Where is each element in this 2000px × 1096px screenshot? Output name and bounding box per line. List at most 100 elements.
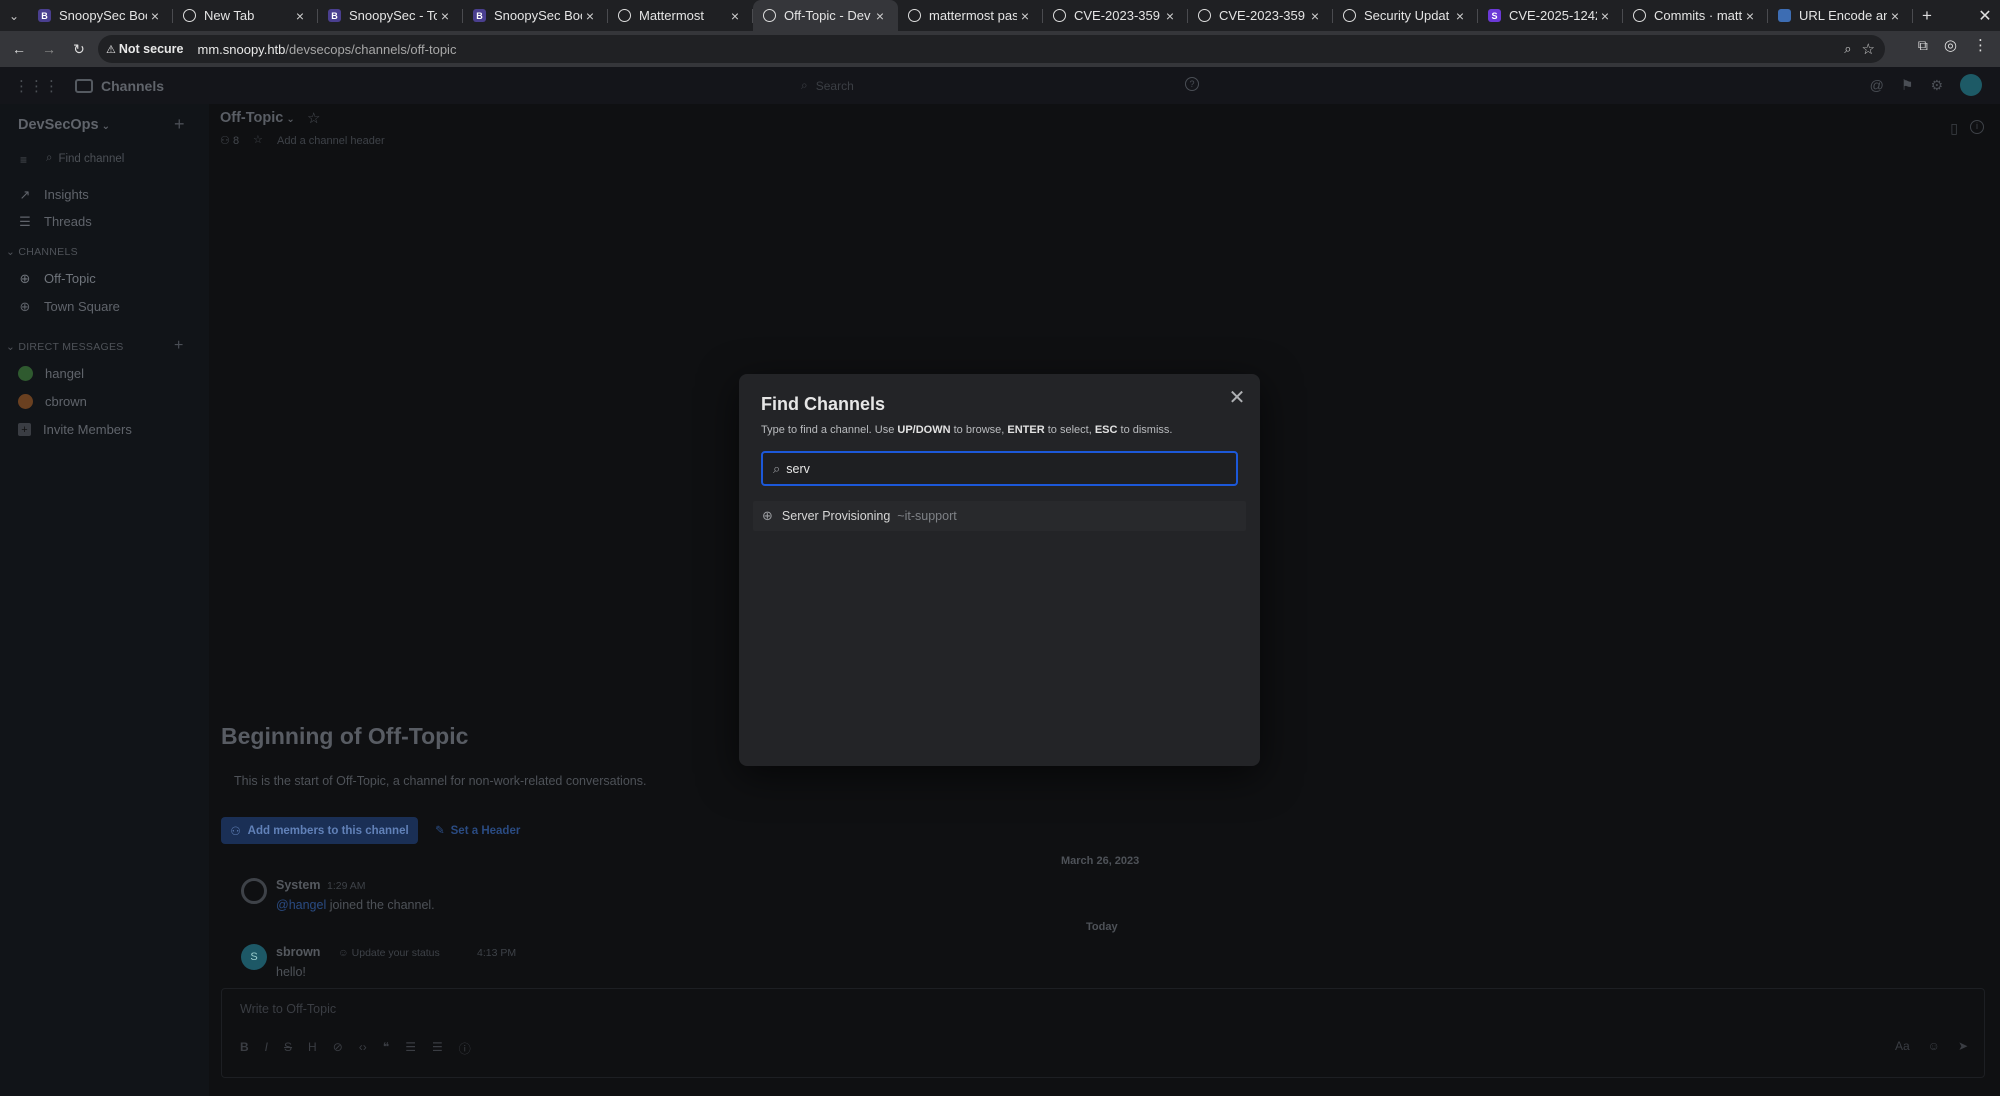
post-time[interactable]: 4:13 PM [477,947,516,959]
browser-tab[interactable]: B SnoopySec Boo × [28,0,173,31]
address-bar[interactable]: ⚠ Not secure mm.snoopy.htb/devsecops/cha… [98,35,1885,63]
add-channel-header[interactable]: Add a channel header [277,135,385,147]
bold-icon[interactable]: B [240,1040,249,1057]
add-dm-icon[interactable]: + [174,337,183,355]
browser-menu-icon[interactable]: ⋮ [1973,36,1988,54]
composer-input[interactable]: Write to Off-Topic [240,1002,336,1016]
message-composer[interactable]: Write to Off-Topic B I S H ⊘ ‹› ❝ ☰ ☰ ⓘ … [221,988,1985,1078]
set-header-button[interactable]: ✎ Set a Header [435,823,520,837]
close-tab-icon[interactable]: × [1597,8,1613,24]
browser-tab[interactable]: URL Encode an × [1768,0,1913,31]
saved-messages-icon[interactable]: ⚑ [1901,77,1914,94]
sidebar-item-threads[interactable]: ☰ Threads [18,214,92,230]
numbered-list-icon[interactable]: ☰ [432,1040,443,1057]
close-tab-icon[interactable]: × [1742,8,1758,24]
browser-tab[interactable]: B SnoopySec - To × [318,0,463,31]
close-tab-icon[interactable]: × [1887,8,1903,24]
close-tab-icon[interactable]: × [292,8,308,24]
avatar[interactable]: S [241,944,267,970]
channel-title[interactable]: Off-Topic ⌄ [220,110,295,126]
heading-icon[interactable]: H [308,1040,317,1057]
browser-tab[interactable]: Off-Topic - Dev × [753,0,898,31]
format-toggle[interactable]: Aa [1895,1039,1910,1053]
dm-section-header[interactable]: ⌄ DIRECT MESSAGES [6,341,124,353]
pinned-icon[interactable]: ☆ [253,133,263,146]
close-tab-icon[interactable]: × [147,8,163,24]
product-menu-icon[interactable]: ⋮⋮⋮ [14,77,59,95]
bookmark-star-icon[interactable]: ☆ [1862,40,1875,58]
browser-tab[interactable]: mattermost pas × [898,0,1043,31]
close-tab-icon[interactable]: × [437,8,453,24]
post-author[interactable]: System [276,878,320,892]
close-icon[interactable]: ✕ [1226,386,1248,409]
sidebar-item-off-topic[interactable]: ⊕ Off-Topic [18,271,96,287]
code-icon[interactable]: ‹› [359,1040,367,1057]
search-result-item[interactable]: ⊕ Server Provisioning ~it-support [753,501,1246,531]
strike-icon[interactable]: S [284,1040,292,1057]
chart-icon: ↗ [19,186,31,202]
emoji-icon[interactable]: ☺ [1928,1039,1940,1053]
tab-title: CVE-2025-1242 [1509,8,1597,23]
profile-icon[interactable]: ◎ [1944,36,1957,54]
channel-info-icon[interactable]: i [1970,120,1984,134]
browser-tab[interactable]: Mattermost × [608,0,753,31]
reload-button[interactable]: ↻ [66,36,92,62]
close-tab-icon[interactable]: × [1452,8,1468,24]
dm-item-cbrown[interactable]: cbrown [18,394,87,409]
channel-search-input[interactable] [786,461,1207,476]
invite-members-button[interactable]: + Invite Members [18,422,132,437]
browser-tab[interactable]: New Tab × [173,0,318,31]
settings-gear-icon[interactable]: ⚙ [1930,77,1943,94]
sidebar-item-insights[interactable]: ↗ Insights [18,186,89,203]
help-icon[interactable]: ? [1185,77,1199,91]
channel-files-icon[interactable]: ▯ [1950,120,1958,137]
add-members-button[interactable]: ⚇ Add members to this channel [221,817,418,844]
italic-icon[interactable]: I [265,1040,268,1057]
browser-tab[interactable]: Security Updat × [1333,0,1478,31]
filter-icon[interactable]: ≡ [20,153,27,167]
app-title[interactable]: Channels [101,78,164,94]
mentions-icon[interactable]: @ [1870,77,1884,93]
new-tab-button[interactable]: + [1913,6,1941,26]
bullet-list-icon[interactable]: ☰ [405,1040,416,1057]
global-search[interactable]: ⌕ Search [801,72,1177,99]
link-icon[interactable]: ⊘ [333,1040,343,1057]
channels-section-header[interactable]: ⌄ CHANNELS [6,246,78,258]
close-tab-icon[interactable]: × [727,8,743,24]
browser-tab[interactable]: B SnoopySec Boo × [463,0,608,31]
close-tab-icon[interactable]: × [1017,8,1033,24]
close-tab-icon[interactable]: × [582,8,598,24]
extensions-icon[interactable]: ⧉ [1918,37,1928,54]
quote-icon[interactable]: ❝ [383,1040,389,1057]
post-author[interactable]: sbrown [276,945,320,959]
back-button[interactable]: ← [6,36,32,62]
find-channel-button[interactable]: ⌕ Find channel [46,152,124,165]
info-icon[interactable]: ⓘ [459,1040,471,1057]
zoom-icon[interactable]: ⌕ [1844,41,1851,57]
close-tab-icon[interactable]: × [1162,8,1178,24]
channels-app-icon [75,78,93,93]
security-indicator[interactable]: ⚠ Not secure [106,42,183,56]
tab-search-button[interactable]: ⌄ [0,0,28,31]
forward-button[interactable]: → [36,36,62,62]
update-status-link[interactable]: ☺ Update your status [338,947,440,959]
post-time[interactable]: 1:29 AM [327,880,366,892]
close-tab-icon[interactable]: × [1307,8,1323,24]
avatar [18,366,33,381]
browser-tab[interactable]: CVE-2023-359 × [1043,0,1188,31]
channel-search-field[interactable]: ⌕ [761,451,1238,486]
dm-item-hangel[interactable]: hangel [18,366,84,381]
user-avatar[interactable] [1960,74,1982,96]
team-name[interactable]: DevSecOps ⌄ [18,117,110,133]
sidebar-item-town-square[interactable]: ⊕ Town Square [18,299,120,315]
add-channel-icon[interactable]: + [174,114,185,135]
browser-tab[interactable]: S CVE-2025-1242 × [1478,0,1623,31]
browser-tab[interactable]: CVE-2023-359 × [1188,0,1333,31]
send-icon[interactable]: ➤ [1958,1039,1968,1053]
browser-tab[interactable]: Commits · matt × [1623,0,1768,31]
mention-link[interactable]: @hangel [276,898,326,912]
close-tab-icon[interactable]: × [872,8,888,24]
favorite-star-icon[interactable]: ☆ [307,109,320,127]
window-close-button[interactable]: ✕ [1970,6,2000,26]
member-count[interactable]: ⚇ 8 [220,134,239,147]
